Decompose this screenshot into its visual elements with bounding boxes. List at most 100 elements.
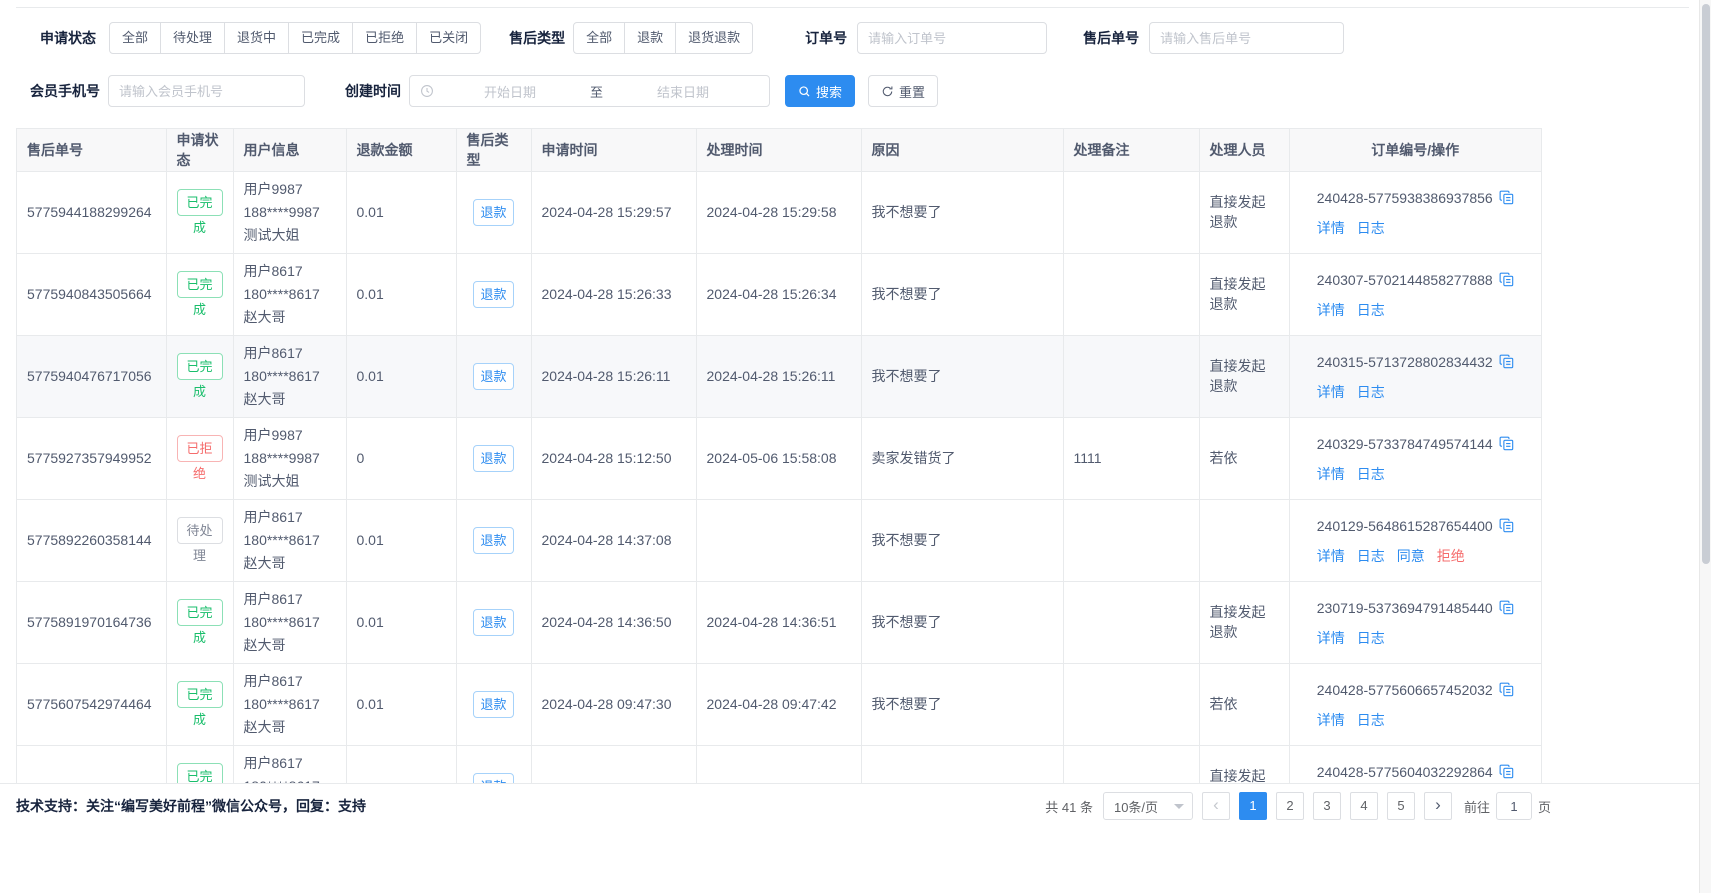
order-no-input[interactable] — [857, 22, 1047, 54]
cell-reason: 我不想要了 — [861, 663, 1063, 745]
copy-icon[interactable] — [1499, 188, 1514, 212]
cell-order-actions: 230719-5373694791485440 详情日志 — [1289, 581, 1541, 663]
detail-link[interactable]: 详情 — [1317, 712, 1345, 728]
type-badge: 退款 — [473, 281, 513, 308]
goto-page-input[interactable] — [1496, 792, 1532, 820]
type-filter-option[interactable]: 退款 — [624, 22, 676, 54]
cell-aftersale-no: 5775892260358144 — [17, 499, 166, 581]
approve-link[interactable]: 同意 — [1397, 548, 1425, 564]
log-link[interactable]: 日志 — [1357, 466, 1385, 482]
cell-handler: 直接发起退款 — [1199, 745, 1289, 785]
copy-icon[interactable] — [1499, 434, 1514, 458]
page-button-2[interactable]: 2 — [1276, 792, 1304, 820]
cell-reason: 我不想要了 — [861, 581, 1063, 663]
search-button[interactable]: 搜索 — [785, 75, 855, 107]
detail-link[interactable]: 详情 — [1317, 384, 1345, 400]
detail-link[interactable]: 详情 — [1317, 630, 1345, 646]
user-info-line: 188****9987 — [244, 447, 336, 470]
detail-link[interactable]: 详情 — [1317, 548, 1345, 564]
table-row: 5775940476717056已完成用户8617180****8617赵大哥0… — [17, 335, 1541, 417]
scrollbar-track[interactable] — [1699, 0, 1711, 893]
copy-icon[interactable] — [1499, 516, 1514, 540]
user-info-line: 测试大姐 — [244, 470, 336, 493]
status-filter-option[interactable]: 待处理 — [160, 22, 225, 54]
log-link[interactable]: 日志 — [1357, 384, 1385, 400]
member-phone-input[interactable] — [108, 75, 305, 107]
cell-apply-time: 2024-04-28 15:29:57 — [531, 171, 696, 253]
next-page-button[interactable]: › — [1424, 792, 1452, 820]
cell-apply-time: 2024-04-28 15:26:11 — [531, 335, 696, 417]
prev-page-button[interactable]: ‹ — [1202, 792, 1230, 820]
log-link[interactable]: 日志 — [1357, 548, 1385, 564]
member-phone-label: 会员手机号 — [30, 81, 100, 101]
copy-icon[interactable] — [1499, 352, 1514, 376]
cell-type: 退款 — [456, 171, 531, 253]
cell-handler: 直接发起退款 — [1199, 581, 1289, 663]
reset-button[interactable]: 重置 — [868, 75, 938, 107]
cell-aftersale-no — [17, 745, 166, 785]
detail-link[interactable]: 详情 — [1317, 220, 1345, 236]
column-header-handle_time: 处理时间 — [696, 129, 861, 171]
cell-reason: 我不想要了 — [861, 335, 1063, 417]
status-filter-option[interactable]: 已完成 — [288, 22, 353, 54]
cell-apply-time — [531, 745, 696, 785]
status-filter-option[interactable]: 已拒绝 — [352, 22, 417, 54]
status-filter-label: 申请状态 — [40, 28, 96, 48]
type-filter-label: 售后类型 — [509, 28, 565, 48]
page-size-select[interactable]: 10条/页 — [1103, 792, 1193, 820]
page-button-1[interactable]: 1 — [1239, 792, 1267, 820]
table-row: 5775891970164736已完成用户8617180****8617赵大哥0… — [17, 581, 1541, 663]
cell-order-actions: 240428-5775604032292864详情日志 — [1289, 745, 1541, 785]
cell-type: 退款 — [456, 745, 531, 785]
type-badge: 退款 — [473, 691, 513, 718]
cell-status: 已完成 — [166, 335, 233, 417]
user-info-line: 180****8617 — [244, 693, 336, 716]
scrollbar-thumb[interactable] — [1702, 4, 1710, 564]
order-no: 230719-5373694791485440 — [1317, 600, 1493, 616]
detail-link[interactable]: 详情 — [1317, 466, 1345, 482]
page-button-5[interactable]: 5 — [1387, 792, 1415, 820]
user-info-line: 188****9987 — [244, 201, 336, 224]
order-no: 240428-5775604032292864 — [1317, 764, 1493, 780]
column-header-order: 订单编号/操作 — [1289, 129, 1541, 171]
type-filter-option[interactable]: 退货退款 — [675, 22, 753, 54]
table-row: 5775940843505664已完成用户8617180****8617赵大哥0… — [17, 253, 1541, 335]
copy-icon[interactable] — [1499, 270, 1514, 294]
cell-type: 退款 — [456, 499, 531, 581]
log-link[interactable]: 日志 — [1357, 712, 1385, 728]
table-header-row: 售后单号申请状态用户信息退款金额售后类型申请时间处理时间原因处理备注处理人员订单… — [17, 129, 1541, 171]
aftersale-no-input[interactable] — [1149, 22, 1344, 54]
column-header-handler: 处理人员 — [1199, 129, 1289, 171]
status-filter-option[interactable]: 全部 — [109, 22, 161, 54]
type-filter-option[interactable]: 全部 — [573, 22, 625, 54]
copy-icon[interactable] — [1499, 598, 1514, 622]
create-time-range-picker[interactable]: 开始日期 至 结束日期 — [409, 75, 770, 107]
page-button-3[interactable]: 3 — [1313, 792, 1341, 820]
cell-remark — [1063, 335, 1199, 417]
cell-aftersale-no: 5775940843505664 — [17, 253, 166, 335]
column-header-user: 用户信息 — [233, 129, 346, 171]
cell-handle-time: 2024-05-06 15:58:08 — [696, 417, 861, 499]
log-link[interactable]: 日志 — [1357, 630, 1385, 646]
log-link[interactable]: 日志 — [1357, 302, 1385, 318]
status-filter-option[interactable]: 已关闭 — [416, 22, 481, 54]
status-filter-group: 全部待处理退货中已完成已拒绝已关闭 — [109, 22, 481, 54]
cell-status: 已完成 — [166, 745, 233, 785]
status-filter-option[interactable]: 退货中 — [224, 22, 289, 54]
cell-reason: 我不想要了 — [861, 253, 1063, 335]
page-button-4[interactable]: 4 — [1350, 792, 1378, 820]
log-link[interactable]: 日志 — [1357, 220, 1385, 236]
start-date-placeholder[interactable]: 开始日期 — [434, 82, 586, 101]
column-header-refund_amount: 退款金额 — [346, 129, 456, 171]
table-row: 5775944188299264已完成用户9987188****9987测试大姐… — [17, 171, 1541, 253]
detail-link[interactable]: 详情 — [1317, 302, 1345, 318]
status-badge: 已完成 — [177, 353, 223, 380]
copy-icon[interactable] — [1499, 762, 1514, 785]
cell-remark — [1063, 171, 1199, 253]
cell-handler — [1199, 499, 1289, 581]
end-date-placeholder[interactable]: 结束日期 — [607, 82, 759, 101]
copy-icon[interactable] — [1499, 680, 1514, 704]
cell-handle-time: 2024-04-28 15:26:11 — [696, 335, 861, 417]
reject-link[interactable]: 拒绝 — [1437, 548, 1465, 564]
type-filter-group: 全部退款退货退款 — [573, 22, 753, 54]
